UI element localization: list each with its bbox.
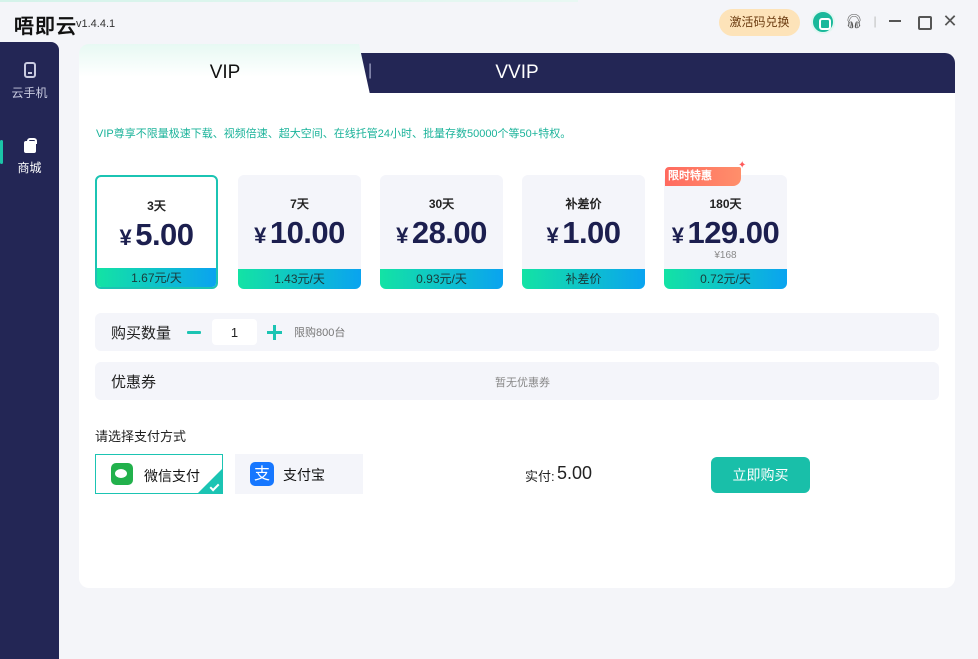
tab-divider: | [368, 62, 373, 79]
quantity-row: 购买数量 限购800台 [95, 313, 939, 351]
plan-duration: 180天 [709, 197, 742, 211]
activate-code-button[interactable]: 激活码兑换 [719, 9, 800, 36]
plan-duration: 7天 [290, 197, 309, 211]
plan-unit-price: 0.93元/天 [380, 269, 503, 289]
sidebar-item-label: 商城 [17, 161, 42, 175]
alipay-icon: 支 [250, 462, 274, 486]
quantity-label: 购买数量 [111, 325, 172, 342]
plan-price: ¥129.00 [671, 215, 780, 250]
coupon-value: 暂无优惠券 [495, 377, 550, 389]
decrease-quantity-button[interactable] [187, 321, 203, 343]
payment-title: 请选择支付方式 [95, 429, 187, 444]
coupon-label: 优惠券 [111, 374, 157, 391]
vip-description: VIP尊享不限量极速下载、视频倍速、超大空间、在线托管24小时、批量存数5000… [96, 128, 572, 140]
sidebar-item-shop[interactable]: 商城 [0, 138, 59, 188]
quantity-input[interactable] [212, 319, 257, 345]
title-bar: 唔即云 v1.4.4.1 激活码兑换 🎧︎ | ✕ [0, 0, 978, 42]
plan-unit-price: 1.67元/天 [97, 268, 216, 287]
plan-card-3days[interactable]: 3天 ¥5.00 1.67元/天 [95, 175, 218, 289]
plan-unit-price: 1.43元/天 [238, 269, 361, 289]
plan-card-180days[interactable]: 180天 ¥129.00 ¥168 0.72元/天 [664, 175, 787, 289]
plan-price: ¥1.00 [546, 215, 621, 250]
app-version: v1.4.4.1 [76, 18, 116, 30]
amount-value: 5.00 [557, 463, 593, 483]
plan-price: ¥10.00 [254, 215, 345, 250]
sidebar-item-cloud-phone[interactable]: 云手机 [0, 62, 59, 112]
plan-price: ¥28.00 [396, 215, 487, 250]
titlebar-separator: | [873, 14, 877, 28]
plan-unit-price: 0.72元/天 [664, 269, 787, 289]
payment-label: 微信支付 [144, 468, 200, 484]
plan-card-7days[interactable]: 7天 ¥10.00 1.43元/天 [238, 175, 361, 289]
tab-vvip[interactable]: VVIP [440, 62, 594, 84]
payment-label: 支付宝 [283, 467, 325, 483]
sparkle-icon: ✦ [738, 160, 747, 171]
minimize-icon[interactable] [886, 12, 904, 30]
plan-card-price-difference[interactable]: 补差价 ¥1.00 补差价 [522, 175, 645, 289]
sidebar-item-label: 云手机 [11, 86, 48, 100]
payment-option-wechat[interactable]: 微信支付 [95, 454, 223, 494]
headset-icon[interactable]: 🎧︎ [845, 12, 863, 30]
promo-tag: 限时特惠 [665, 167, 741, 186]
selected-corner [198, 469, 222, 493]
payment-option-alipay[interactable]: 支 支付宝 [235, 454, 363, 494]
shopping-bag-icon [23, 138, 37, 153]
coupon-row[interactable]: 优惠券 暂无优惠券 [95, 362, 939, 400]
plan-duration: 30天 [428, 197, 455, 211]
close-icon[interactable]: ✕ [941, 12, 959, 30]
sidebar: 云手机 商城 [0, 42, 59, 659]
plan-unit-price: 补差价 [522, 269, 645, 289]
progress-line [0, 0, 578, 2]
plan-duration: 补差价 [565, 197, 602, 211]
plan-duration: 3天 [147, 199, 166, 213]
app-logo: 唔即云 [14, 14, 77, 38]
avatar[interactable] [811, 10, 835, 34]
plan-card-30days[interactable]: 30天 ¥28.00 0.93元/天 [380, 175, 503, 289]
tab-vip-label[interactable]: VIP [79, 62, 371, 84]
purchase-limit: 限购800台 [294, 327, 346, 339]
wechat-icon [111, 463, 133, 485]
buy-now-button[interactable]: 立即购买 [711, 457, 810, 493]
plan-original-price: ¥168 [714, 250, 737, 261]
increase-quantity-button[interactable] [267, 321, 283, 343]
amount-label: 实付: [525, 469, 555, 484]
maximize-icon[interactable] [914, 12, 932, 30]
phone-icon [23, 62, 36, 78]
plan-price: ¥5.00 [119, 217, 194, 252]
